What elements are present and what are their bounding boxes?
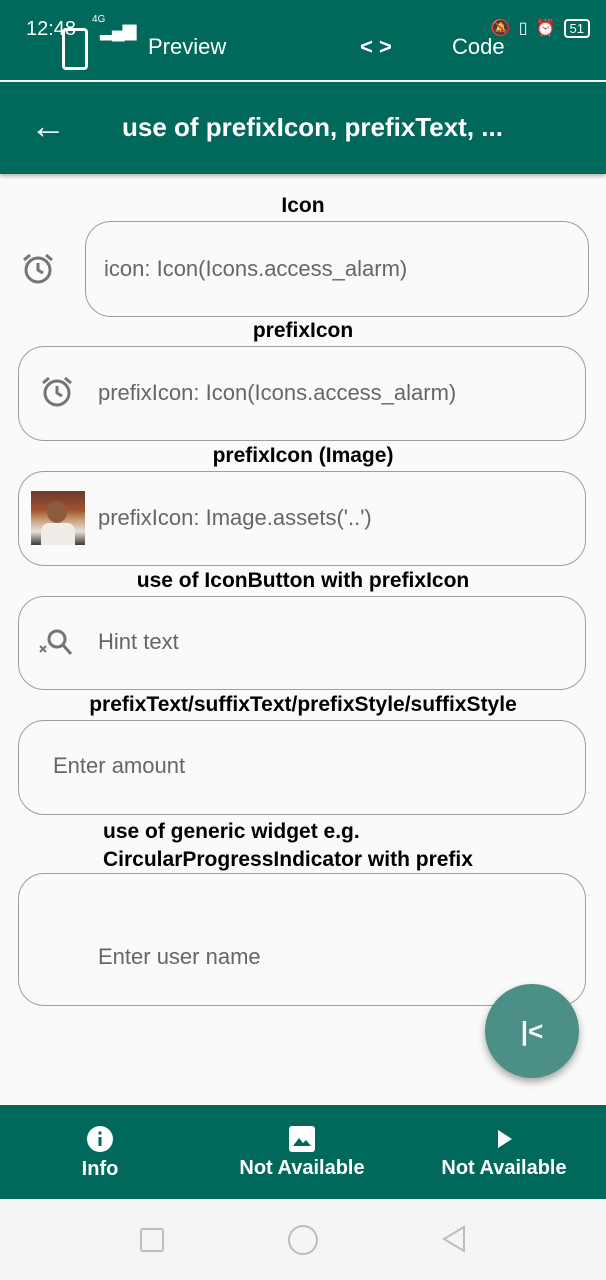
image-icon [289,1125,315,1152]
icon-field-hint: icon: Icon(Icons.access_alarm) [104,256,408,281]
prefixicon-input-field[interactable]: prefixIcon: Icon(Icons.access_alarm) [18,346,586,441]
bottom-nav-image[interactable]: Not Available [222,1105,382,1199]
section-label-generic-line1: use of generic widget e.g. [103,820,360,843]
recents-icon[interactable] [140,1228,164,1252]
username-field-hint: Enter user name [98,944,261,969]
alarm-status-icon: ⏰ [535,20,556,37]
bottom-nav-play[interactable]: Not Available [424,1105,584,1199]
first-page-icon: |< [520,1015,544,1046]
play-icon [498,1129,512,1148]
battery-icon: 51 [563,18,590,38]
system-navigation-bar [0,1199,606,1280]
alarm-icon [23,253,53,284]
app-bar: ← use of prefixIcon, prefixText, ... [0,82,606,174]
iconbutton-input-field[interactable]: Hint text [18,596,586,690]
section-label-prefixicon: prefixIcon [252,319,354,342]
code-icon[interactable]: < > [360,34,392,60]
search-off-icon[interactable] [37,624,75,662]
prefixicon-image-field-hint: prefixIcon: Image.assets('..') [98,505,372,530]
iconbutton-field-hint: Hint text [98,629,179,654]
section-label-generic: use of generic widget e.g. CircularProgr… [103,818,473,874]
bottom-nav-play-label: Not Available [441,1156,567,1179]
username-input-field[interactable]: Enter user name [18,873,586,1006]
bottom-nav-image-label: Not Available [239,1156,365,1179]
prefixicon-field-hint: prefixIcon: Icon(Icons.access_alarm) [98,380,457,405]
tab-preview[interactable]: Preview [148,34,226,60]
back-icon[interactable] [440,1225,468,1253]
vibrate-icon: ▯ [518,20,528,37]
section-label-icon: Icon [281,194,325,217]
amount-input-field[interactable]: Enter amount [18,720,586,815]
icon-input-field[interactable]: icon: Icon(Icons.access_alarm) [85,221,589,317]
section-label-generic-line2: CircularProgressIndicator with prefix [103,848,473,871]
info-icon [87,1125,113,1152]
section-label-prefixtext: prefixText/suffixText/prefixStyle/suffix… [89,693,517,716]
phone-icon[interactable] [62,28,88,70]
tab-code[interactable]: Code [452,34,505,60]
status-bar: 12:48 4G ▂▄▆ 🔕 ▯ ⏰ 51 Preview < > Code [0,0,606,80]
signal-icon: ▂▄▆ [100,20,136,40]
bottom-navigation: Info Not Available Not Available [0,1105,606,1199]
back-arrow-icon[interactable]: ← [30,106,66,146]
status-icons: 🔕 ▯ ⏰ 51 [491,18,590,38]
avatar-image [31,491,85,545]
home-icon[interactable] [288,1225,318,1255]
section-label-prefixicon-image: prefixIcon (Image) [212,444,394,467]
alarm-icon [42,376,72,407]
page-title: use of prefixIcon, prefixText, ... [122,112,503,142]
bottom-nav-info-label: Info [81,1157,119,1180]
bottom-nav-info[interactable]: Info [50,1105,150,1199]
amount-field-hint: Enter amount [53,753,186,778]
section-label-iconbutton: use of IconButton with prefixIcon [136,569,470,592]
prefixicon-image-input-field[interactable]: prefixIcon: Image.assets('..') [18,471,586,566]
collapse-fab-button[interactable]: |< [485,984,579,1078]
